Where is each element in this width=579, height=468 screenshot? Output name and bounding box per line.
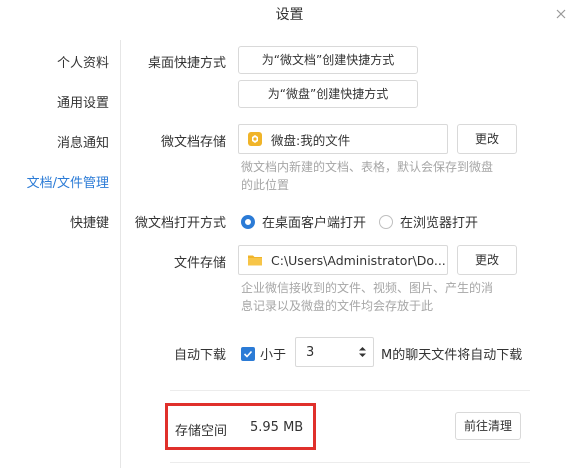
radio-unselected-indicator: [379, 214, 393, 229]
file-storage-hint-line-1: 企业微信接收到的文件、视频、图片、产生的消: [241, 281, 494, 295]
doc-storage-field: 微盘:我的文件: [238, 124, 448, 154]
go-clean-button[interactable]: 前往清理: [455, 412, 521, 440]
auto-download-checkbox-label: 小于: [260, 348, 287, 363]
sidebar-divider: [120, 40, 121, 468]
open-in-desktop-label: 在桌面客户端打开: [262, 216, 367, 231]
file-storage-hint: 企业微信接收到的文件、视频、图片、产生的消 息记录以及微盘的文件均会存放于此: [241, 279, 493, 315]
bottom-separator: [170, 462, 530, 463]
radio-selected-indicator: [241, 214, 255, 229]
file-storage-change-button[interactable]: 更改: [457, 245, 517, 275]
desktop-shortcut-label: 桌面快捷方式: [147, 56, 226, 71]
sidebar-item-profile[interactable]: 个人资料: [57, 52, 109, 71]
stepper-arrows[interactable]: [355, 345, 369, 359]
doc-storage-hint-line-1: 微文档内新建的文档、表格，默认会保存到微盘: [241, 160, 494, 174]
auto-download-suffix: M的聊天文件将自动下载: [381, 348, 523, 363]
storage-space-value: 5.95 MB: [250, 420, 304, 435]
close-icon[interactable]: [553, 6, 569, 22]
doc-storage-hint-line-2: 的此位置: [241, 178, 290, 192]
stepper-arrows-icon: [358, 347, 366, 357]
open-in-browser-radio[interactable]: 在浏览器打开: [379, 212, 478, 231]
download-size-value: 3: [306, 344, 315, 360]
window-title: 设置: [275, 7, 304, 23]
disk-icon: [247, 131, 263, 147]
file-storage-path: C:\Users\Administrator\Do...: [271, 252, 446, 268]
open-in-browser-label: 在浏览器打开: [400, 216, 479, 231]
file-storage-hint-line-2: 息记录以及微盘的文件均会存放于此: [241, 299, 434, 313]
section-separator: [170, 390, 530, 391]
sidebar-item-notifications[interactable]: 消息通知: [57, 132, 109, 151]
doc-storage-hint: 微文档内新建的文档、表格，默认会保存到微盘 的此位置: [241, 158, 493, 194]
auto-download-option: 小于: [241, 344, 286, 363]
storage-space-label: 存储空间: [175, 424, 228, 439]
sidebar-item-file-management[interactable]: 文档/文件管理: [27, 172, 109, 191]
open-in-desktop-radio[interactable]: 在桌面客户端打开: [241, 212, 366, 231]
sidebar-item-shortcuts[interactable]: 快捷键: [70, 212, 109, 231]
create-doc-shortcut-button[interactable]: 为“微文档”创建快捷方式: [238, 46, 418, 74]
doc-open-mode-label: 微文档打开方式: [134, 216, 226, 231]
settings-sidebar: 个人资料 通用设置 消息通知 文档/文件管理 快捷键: [0, 40, 120, 468]
file-storage-label: 文件存储: [173, 256, 226, 271]
doc-storage-change-button[interactable]: 更改: [457, 124, 517, 154]
auto-download-label: 自动下载: [173, 348, 226, 363]
auto-download-checkbox[interactable]: [241, 346, 255, 361]
folder-icon: [247, 252, 263, 268]
file-storage-field: C:\Users\Administrator\Do...: [238, 245, 448, 275]
sidebar-item-general[interactable]: 通用设置: [57, 92, 109, 111]
download-size-stepper[interactable]: 3: [295, 337, 374, 367]
doc-storage-label: 微文档存储: [160, 135, 226, 150]
doc-storage-value: 微盘:我的文件: [271, 132, 351, 148]
create-disk-shortcut-button[interactable]: 为“微盘”创建快捷方式: [238, 80, 418, 108]
